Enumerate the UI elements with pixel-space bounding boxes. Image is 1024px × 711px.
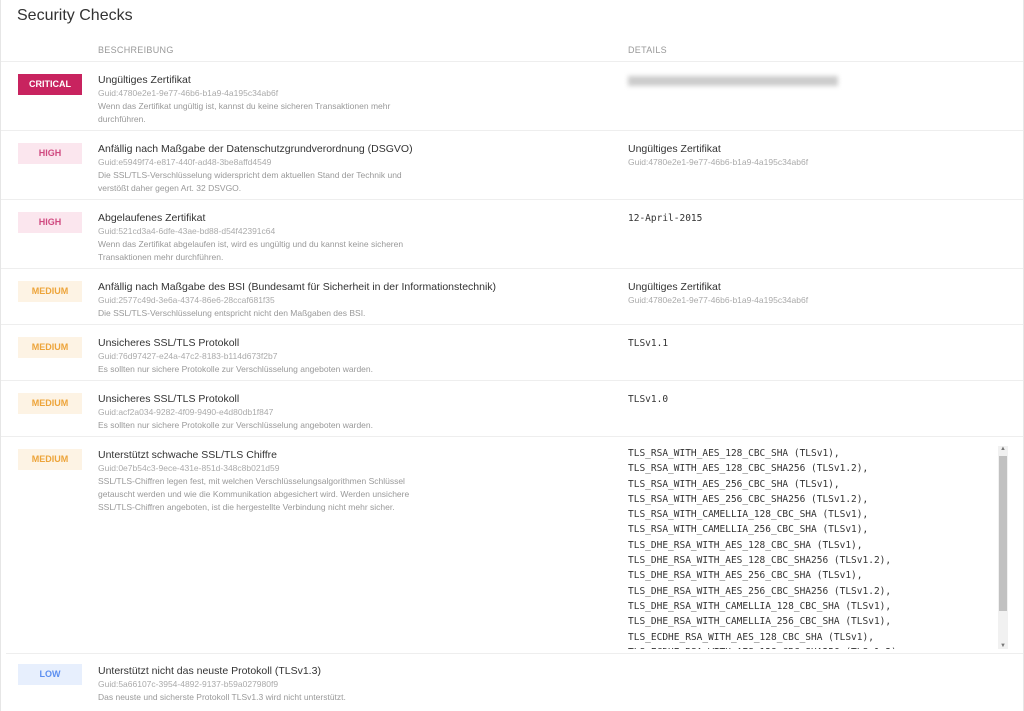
table-row[interactable]: HIGH Abgelaufenes Zertifikat Guid:521cd3a… <box>1 200 1023 269</box>
scroll-down-arrow-icon[interactable]: ▼ <box>998 643 1008 649</box>
severity-badge: MEDIUM <box>18 337 82 358</box>
check-description: Die SSL/TLS-Verschlüsselung widerspricht… <box>98 170 402 193</box>
severity-badge: MEDIUM <box>18 449 82 470</box>
check-description: Wenn das Zertifikat abgelaufen ist, wird… <box>98 239 404 262</box>
cipher-list[interactable]: TLS_RSA_WITH_AES_128_CBC_SHA (TLSv1), TL… <box>628 446 1008 649</box>
column-header-details: DETAILS <box>628 45 667 55</box>
severity-badge: LOW <box>18 664 82 685</box>
check-guid: Guid:e5949f74-e817-440f-ad48-3be8affd454… <box>98 157 272 167</box>
column-header-description: BESCHREIBUNG <box>98 45 174 55</box>
detail-name: Ungültiges Zertifikat <box>628 143 721 155</box>
detail-value: TLSv1.0 <box>628 394 669 405</box>
check-name: Unsicheres SSL/TLS Protokoll <box>98 337 240 349</box>
check-guid: Guid:acf2a034-9282-4f09-9490-e4d80db1f84… <box>98 407 274 417</box>
table-header: BESCHREIBUNG DETAILS <box>1 36 1023 62</box>
check-guid: Guid:2577c49d-3e6a-4374-86e6-28ccaf681f3… <box>98 295 275 305</box>
detail-guid: Guid:4780e2e1-9e77-46b6-b1a9-4a195c34ab6… <box>628 157 809 167</box>
severity-badge: CRITICAL <box>18 74 82 95</box>
severity-badge: MEDIUM <box>18 393 82 414</box>
check-description: Die SSL/TLS-Verschlüsselung entspricht n… <box>98 308 366 318</box>
table-row[interactable]: LOW Unterstützt nicht das neuste Protoko… <box>1 654 1023 711</box>
check-name: Anfällig nach Maßgabe der Datenschutzgru… <box>98 143 413 155</box>
severity-badge: HIGH <box>18 143 82 164</box>
check-description: SSL/TLS-Chiffren legen fest, mit welchen… <box>98 476 410 512</box>
check-guid: Guid:76d97427-e24a-47c2-8183-b114d673f2b… <box>98 351 278 361</box>
scrollbar-thumb[interactable] <box>999 456 1007 611</box>
scroll-up-arrow-icon[interactable]: ▲ <box>998 446 1008 452</box>
check-guid: Guid:5a66107c-3954-4892-9137-b59a027980f… <box>98 679 279 689</box>
check-guid: Guid:0e7b54c3-9ece-431e-851d-348c8b021d5… <box>98 463 280 473</box>
page-title: Security Checks <box>17 7 133 24</box>
check-name: Abgelaufenes Zertifikat <box>98 212 206 224</box>
detail-guid: Guid:4780e2e1-9e77-46b6-b1a9-4a195c34ab6… <box>628 295 809 305</box>
check-description: Das neuste und sicherste Protokoll TLSv1… <box>98 692 346 702</box>
detail-name: Ungültiges Zertifikat <box>628 281 721 293</box>
check-name: Unterstützt nicht das neuste Protokoll (… <box>98 665 321 677</box>
check-name: Anfällig nach Maßgabe des BSI (Bundesamt… <box>98 281 497 293</box>
check-description: Es sollten nur sichere Protokolle zur Ve… <box>98 420 373 430</box>
check-description: Wenn das Zertifikat ungültig ist, kannst… <box>98 101 391 124</box>
severity-badge: HIGH <box>18 212 82 233</box>
table-row[interactable]: MEDIUM Unsicheres SSL/TLS Protokoll Guid:… <box>1 325 1023 381</box>
severity-badge: MEDIUM <box>18 281 82 302</box>
table-row[interactable]: HIGH Anfällig nach Maßgabe der Datenschu… <box>1 131 1023 200</box>
cipher-list-scrollbar[interactable]: ▲ ▼ <box>998 446 1008 649</box>
security-checks-panel: Security Checks BESCHREIBUNG DETAILS CRI… <box>0 0 1024 711</box>
detail-value: 12-April-2015 <box>628 213 703 224</box>
redacted-detail <box>628 76 838 86</box>
check-description: Es sollten nur sichere Protokolle zur Ve… <box>98 364 373 374</box>
check-guid: Guid:4780e2e1-9e77-46b6-b1a9-4a195c34ab6… <box>98 88 279 98</box>
check-name: Unsicheres SSL/TLS Protokoll <box>98 393 240 405</box>
check-guid: Guid:521cd3a4-6dfe-43ae-bd88-d54f42391c6… <box>98 226 276 236</box>
check-name: Unterstützt schwache SSL/TLS Chiffre <box>98 449 277 461</box>
table-row[interactable]: MEDIUM Unsicheres SSL/TLS Protokoll Guid:… <box>1 381 1023 437</box>
table-row[interactable]: CRITICAL Ungültiges Zertifikat Guid:4780e… <box>1 62 1023 131</box>
check-name: Ungültiges Zertifikat <box>98 74 191 86</box>
detail-value: TLSv1.1 <box>628 338 669 349</box>
table-row[interactable]: MEDIUM Anfällig nach Maßgabe des BSI (Bu… <box>1 269 1023 325</box>
